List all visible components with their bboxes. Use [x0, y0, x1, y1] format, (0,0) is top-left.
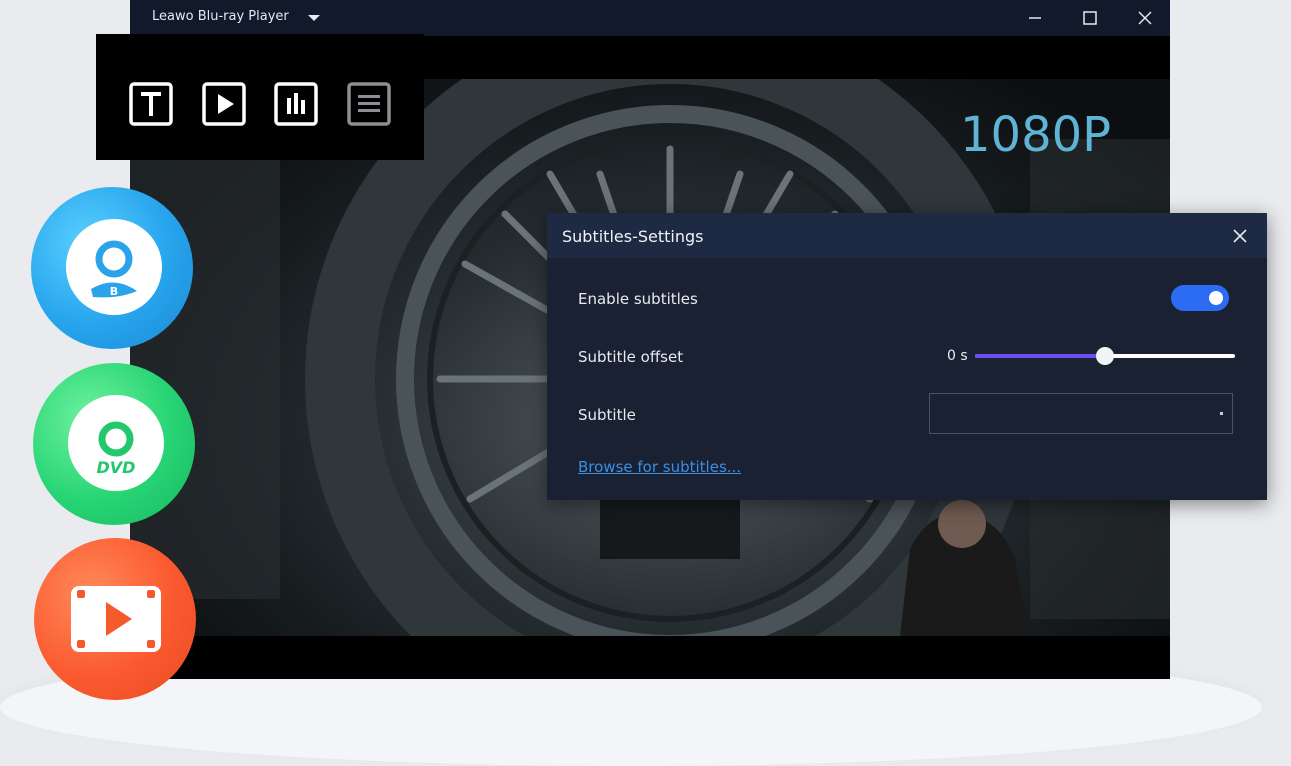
dialog-header: Subtitles-Settings — [547, 213, 1267, 258]
minimize-button[interactable] — [1012, 0, 1058, 36]
app-title: Leawo Blu-ray Player — [152, 9, 289, 24]
video-file-button[interactable] — [34, 538, 196, 700]
enable-subtitles-label: Enable subtitles — [578, 290, 698, 308]
audio-button[interactable] — [274, 82, 318, 126]
menu-icon — [347, 82, 391, 126]
slider-fill — [975, 354, 1105, 358]
play-button[interactable] — [202, 82, 246, 126]
dialog-close-button[interactable] — [1230, 226, 1250, 246]
title-dropdown-icon[interactable] — [308, 15, 320, 21]
subtitle-select[interactable] — [929, 393, 1233, 434]
close-icon — [1138, 11, 1152, 25]
subtitle-offset-slider[interactable] — [975, 347, 1235, 365]
close-button[interactable] — [1122, 0, 1168, 36]
maximize-button[interactable] — [1067, 0, 1113, 36]
subtitle-offset-label: Subtitle offset — [578, 348, 684, 366]
enable-subtitles-toggle[interactable] — [1171, 285, 1229, 311]
control-toolbar — [96, 34, 424, 160]
title-bar: Leawo Blu-ray Player — [130, 0, 1170, 36]
subtitle-label: Subtitle — [578, 406, 636, 424]
subtitle-offset-value: 0 s — [947, 348, 968, 364]
subtitle-button[interactable] — [129, 82, 173, 126]
dvd-disc-button[interactable]: DVD — [33, 363, 195, 525]
maximize-icon — [1083, 11, 1097, 25]
subtitles-settings-dialog: Subtitles-Settings Enable subtitles Subt… — [547, 213, 1267, 500]
dvd-disc-icon: DVD — [68, 395, 164, 491]
resolution-label: 1080P — [960, 107, 1112, 163]
minimize-icon — [1029, 17, 1041, 19]
blu-ray-disc-button[interactable]: B — [31, 187, 193, 349]
subtitle-icon — [129, 82, 173, 126]
close-icon — [1233, 229, 1247, 243]
video-file-icon — [71, 586, 161, 652]
play-icon — [202, 82, 246, 126]
select-caret-icon — [1220, 412, 1223, 415]
toggle-knob — [1209, 291, 1223, 305]
slider-thumb[interactable] — [1096, 347, 1114, 365]
svg-text:B: B — [110, 285, 118, 298]
browse-subtitles-link[interactable]: Browse for subtitles... — [578, 458, 741, 476]
svg-text:DVD: DVD — [97, 458, 136, 477]
menu-button[interactable] — [347, 82, 391, 126]
dialog-title: Subtitles-Settings — [562, 227, 704, 246]
blu-ray-disc-icon: B — [66, 219, 162, 315]
audio-icon — [274, 82, 318, 126]
